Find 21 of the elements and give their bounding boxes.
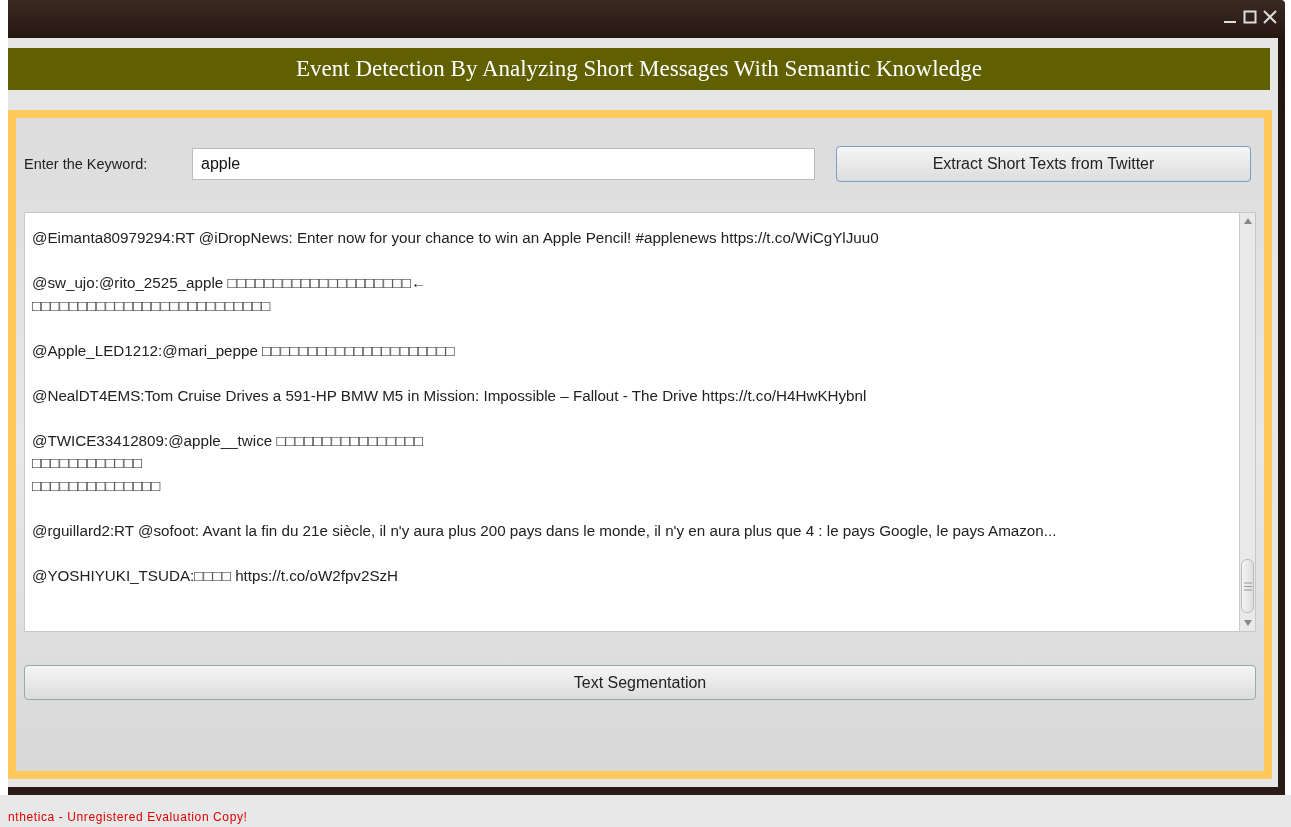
tweets-text-area[interactable] — [24, 212, 1256, 632]
tweet-text: @TWICE33412809:@apple__twice □□□□□□□□□□□□□□□□ □□□□□□□□□□□□ □□□□□□□□□□□□□□ — [32, 430, 424, 496]
scroll-up-icon[interactable] — [1242, 217, 1253, 225]
tweet-text: @sw_ujo:@rito_2525_apple □□□□□□□□□□□□□□□□□□□□← □□□□□□□□□□□□□□□□□□□□□□□□□□ — [32, 273, 427, 316]
keyword-label: Enter the Keyword: — [24, 156, 149, 172]
scrollbar[interactable] — [1239, 213, 1255, 631]
maximize-icon[interactable] — [1243, 10, 1257, 24]
scroll-down-icon[interactable] — [1242, 619, 1253, 627]
tweet-text: @NealDT4EMS:Tom Cruise Drives a 591-HP BMW M5 in Mission: Impossible – Fallout - The Drive https://t.co/H4HwKHybnl — [32, 385, 867, 406]
app-title: Event Detection By Analyzing Short Messages With Semantic Knowledge — [296, 56, 982, 82]
grip-icon — [1243, 581, 1252, 591]
segmentation-button[interactable]: Text Segmentation — [24, 665, 1256, 700]
keyword-field[interactable]: apple — [192, 148, 815, 180]
tweet-text: @Apple_LED1212:@mari_peppe □□□□□□□□□□□□□□□□□□□□□ — [32, 340, 455, 361]
close-icon[interactable] — [1263, 10, 1277, 24]
scroll-thumb[interactable] — [1241, 559, 1254, 613]
extract-button[interactable]: Extract Short Texts from Twitter — [836, 146, 1251, 182]
tweet-text: @Eimanta80979294:RT @iDropNews: Enter now for your chance to win an Apple Pencil! #applenews https://t.co/WiCgYlJuu0 — [32, 228, 879, 248]
tweet-text: @rguillard2:RT @sofoot: Avant la fin du 21e siècle, il n'y aura plus 200 pays dans le monde, il n'y en aura plus que 4 : le pays Google, le pays Amazon... — [32, 520, 1057, 541]
tweet-text: @YOSHIYUKI_TSUDA:□□□□ https://t.co/oW2fpv2SzH — [32, 565, 399, 586]
license-notice: nthetica - Unregistered Evaluation Copy! — [8, 810, 248, 824]
